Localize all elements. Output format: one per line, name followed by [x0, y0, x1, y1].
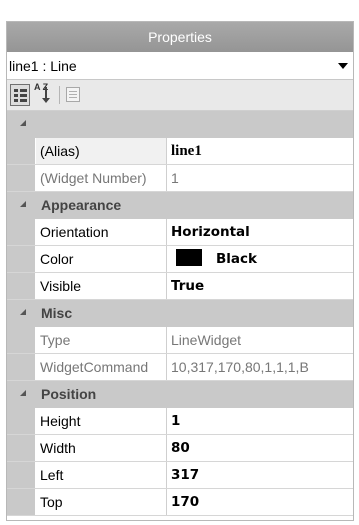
chevron-down-icon[interactable] — [338, 63, 348, 69]
collapse-triangle-icon[interactable] — [20, 120, 26, 126]
property-name: (Widget Number) — [36, 165, 167, 191]
property-value[interactable]: True — [168, 273, 353, 299]
categorized-icon[interactable] — [10, 84, 30, 106]
sort-arrow-icon — [42, 87, 50, 103]
property-row-top[interactable]: Top 170 — [7, 489, 353, 516]
property-name: Orientation — [36, 219, 167, 245]
property-name: Top — [36, 489, 167, 515]
category-row-misc[interactable]: Misc — [7, 300, 353, 327]
property-pages-icon[interactable] — [64, 84, 82, 106]
property-name: Color — [36, 246, 167, 272]
property-name: Height — [36, 408, 167, 434]
category-label: Misc — [41, 305, 73, 321]
property-value[interactable]: 80 — [168, 435, 353, 461]
object-selector-dropdown[interactable]: line1 : Line — [7, 52, 353, 80]
collapse-triangle-icon[interactable] — [20, 201, 26, 207]
property-row-type[interactable]: Type LineWidget — [7, 327, 353, 354]
property-name: Width — [36, 435, 167, 461]
property-value: LineWidget — [171, 332, 242, 348]
property-value[interactable]: Horizontal — [168, 219, 353, 245]
object-selector-value: line1 : Line — [9, 58, 77, 74]
property-row-color[interactable]: Color Black — [7, 246, 353, 273]
category-row-unnamed[interactable] — [7, 111, 353, 138]
property-name: Left — [36, 462, 167, 488]
properties-toolbar: A Z — [7, 80, 353, 111]
property-value[interactable]: 317 — [168, 462, 353, 488]
property-row-orientation[interactable]: Orientation Horizontal — [7, 219, 353, 246]
color-swatch — [176, 249, 202, 266]
property-value[interactable]: 170 — [168, 489, 353, 515]
property-value[interactable]: line1 — [168, 138, 353, 164]
property-name: Type — [36, 327, 167, 353]
category-row-appearance[interactable]: Appearance — [7, 192, 353, 219]
panel-title: Properties — [7, 22, 353, 52]
property-name: (Alias) — [36, 138, 167, 164]
property-row-height[interactable]: Height 1 — [7, 408, 353, 435]
property-row-widget-command[interactable]: WidgetCommand 10,317,170,80,1,1,1,B — [7, 354, 353, 381]
property-row-widget-number[interactable]: (Widget Number) 1 — [7, 165, 353, 192]
properties-panel: Properties line1 : Line A Z (Alias) line… — [6, 21, 354, 521]
property-grid: (Alias) line1 (Widget Number) 1 Appearan… — [7, 111, 353, 516]
property-value: 1 — [171, 170, 179, 186]
toolbar-divider — [59, 86, 60, 104]
property-value: 10,317,170,80,1,1,1,B — [171, 359, 309, 375]
collapse-triangle-icon[interactable] — [20, 390, 26, 396]
collapse-triangle-icon[interactable] — [20, 309, 26, 315]
property-row-visible[interactable]: Visible True — [7, 273, 353, 300]
sort-az-icon[interactable]: A Z — [33, 82, 53, 106]
property-name: Visible — [36, 273, 167, 299]
property-row-alias[interactable]: (Alias) line1 — [7, 138, 353, 165]
category-label: Position — [41, 386, 97, 402]
category-label: Appearance — [41, 197, 122, 213]
property-row-left[interactable]: Left 317 — [7, 462, 353, 489]
property-value-color[interactable]: Black — [168, 246, 353, 272]
property-value: Black — [216, 251, 258, 267]
category-row-position[interactable]: Position — [7, 381, 353, 408]
property-name: WidgetCommand — [36, 354, 167, 380]
property-value[interactable]: 1 — [168, 408, 353, 434]
property-row-width[interactable]: Width 80 — [7, 435, 353, 462]
